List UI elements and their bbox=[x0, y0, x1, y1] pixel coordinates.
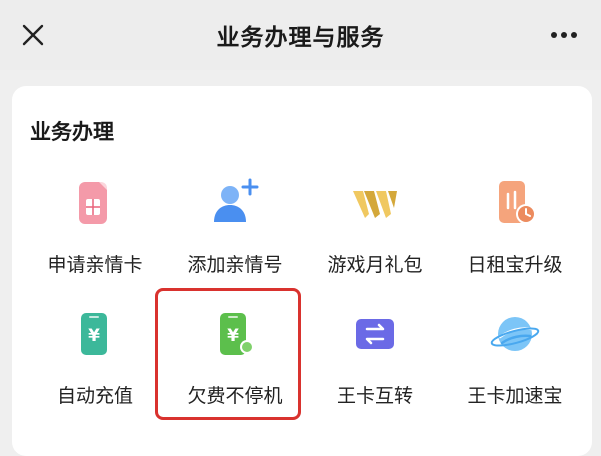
highlight-box bbox=[155, 288, 301, 420]
sim-card-icon bbox=[70, 178, 120, 228]
more-icon[interactable] bbox=[549, 23, 579, 47]
grid-item-add-family-number[interactable]: 添加亲情号 bbox=[165, 178, 305, 288]
grid-item-label: 申请亲情卡 bbox=[47, 254, 143, 276]
service-card: 业务办理 申请亲情卡 添加亲情号 游戏月礼包 日租宝升级 ¥ 自动充值 ¥ 欠费… bbox=[12, 86, 592, 456]
grid-item-label: 王卡互转 bbox=[336, 385, 413, 407]
page-title: 业务办理与服务 bbox=[216, 25, 385, 51]
service-grid: 申请亲情卡 添加亲情号 游戏月礼包 日租宝升级 ¥ 自动充值 ¥ 欠费不停机 王… bbox=[12, 86, 592, 456]
grid-item-auto-recharge[interactable]: ¥ 自动充值 bbox=[25, 309, 165, 419]
grid-item-daily-plan-upgrade[interactable]: 日租宝升级 bbox=[445, 178, 585, 288]
grid-item-label: 游戏月礼包 bbox=[327, 254, 423, 276]
add-user-icon bbox=[210, 178, 260, 228]
planet-icon bbox=[490, 309, 540, 359]
swap-card-icon bbox=[350, 309, 400, 359]
grid-item-label: 自动充值 bbox=[56, 385, 133, 407]
yuan-phone-icon: ¥ bbox=[70, 309, 120, 359]
top-bar: 业务办理与服务 bbox=[0, 0, 601, 70]
phone-clock-icon bbox=[490, 178, 540, 228]
grid-item-game-gift-pack[interactable]: 游戏月礼包 bbox=[305, 178, 445, 288]
game-w-icon bbox=[350, 178, 400, 228]
grid-item-label: 王卡加速宝 bbox=[467, 385, 563, 407]
grid-item-king-card-booster[interactable]: 王卡加速宝 bbox=[445, 309, 585, 419]
grid-item-apply-family-card[interactable]: 申请亲情卡 bbox=[25, 178, 165, 288]
grid-item-king-card-transfer[interactable]: 王卡互转 bbox=[305, 309, 445, 419]
svg-text:¥: ¥ bbox=[88, 326, 100, 346]
grid-item-label: 日租宝升级 bbox=[467, 254, 563, 276]
grid-item-label: 添加亲情号 bbox=[187, 254, 283, 276]
